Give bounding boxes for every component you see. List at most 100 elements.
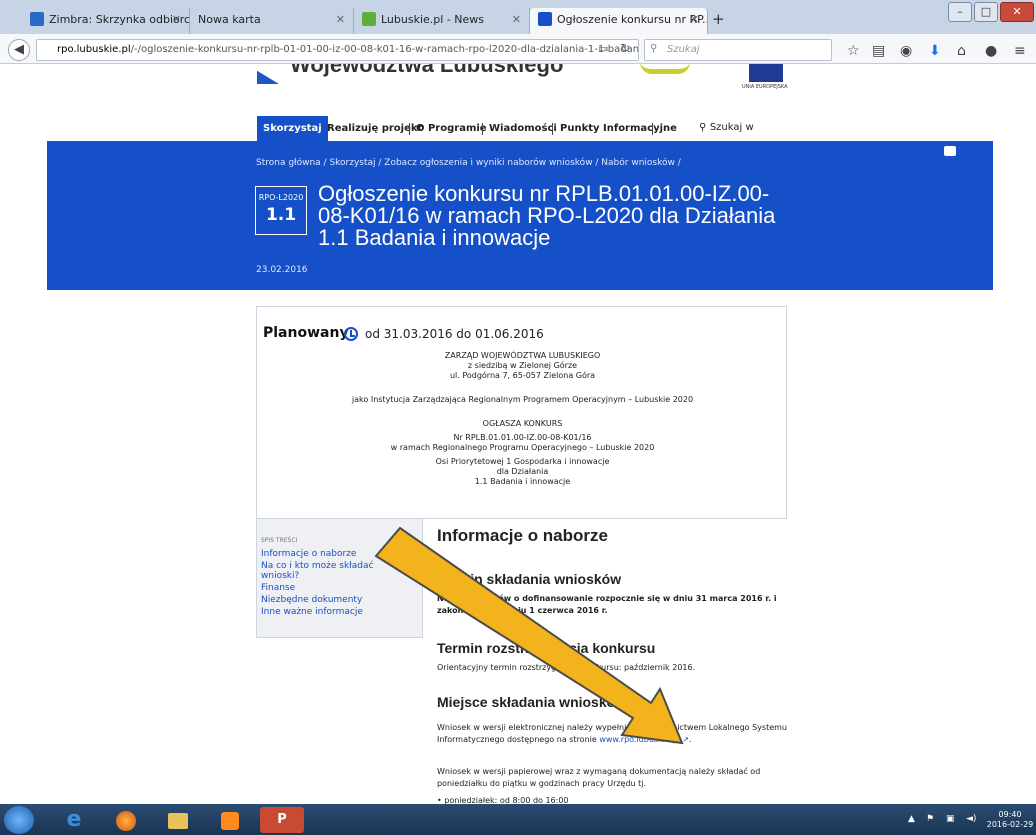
table-of-contents: SPIS TREŚCI Informacje o naborze Na co i…: [256, 518, 423, 638]
main-menu: Skorzystaj Realizuję projekt O Programie…: [257, 116, 797, 157]
list-item-text: poniedziałek: od 8:00 do 16:00: [444, 796, 569, 804]
page-banner: Strona główna / Skorzystaj / Zobacz ogło…: [47, 141, 993, 290]
announcement-line: ZARZĄD WOJEWÓDZTWA LUBUSKIEGO: [444, 351, 601, 360]
status-label: Planowany: [263, 325, 349, 341]
announcement-line: jako Instytucja Zarządzająca Regionalnym…: [351, 395, 694, 404]
announcement-line: ul. Podgórna 7, 65-057 Zielona Góra: [449, 371, 596, 380]
tab-label: Ogłoszenie konkursu nr RP...: [557, 13, 708, 26]
search-icon: ⚲: [650, 43, 658, 54]
bookmark-star-icon[interactable]: ☆: [847, 43, 860, 59]
new-tab-button[interactable]: +: [712, 10, 725, 28]
section-paragraph: Wniosek w wersji papierowej wraz z wymag…: [437, 767, 761, 788]
menu-icon[interactable]: ≡: [1014, 43, 1026, 59]
rpo-link[interactable]: www.rpo.lubuskie.pl: [599, 735, 679, 744]
clock-icon: [344, 327, 358, 341]
url-path: /-/ogloszenie-konkursu-nr-rplb-01-01-00-…: [130, 44, 639, 55]
tab-lubuskie[interactable]: Lubuskie.pl - News ✕: [354, 8, 530, 34]
zimbra-icon: [30, 12, 44, 26]
eu-caption: UNIA EUROPEJSKA: [742, 84, 788, 90]
section-heading: Termin składania wniosków: [437, 571, 622, 587]
search-input[interactable]: Szukaj: [644, 39, 832, 61]
external-link-icon: ↗: [679, 735, 689, 744]
toc-link-inne[interactable]: Inne ważne informacje: [261, 607, 391, 617]
media-player-icon[interactable]: [208, 807, 252, 833]
reader-view-icon[interactable]: ▭: [598, 42, 608, 55]
section-paragraph: Nabór wniosków o dofinansowanie rozpoczn…: [437, 594, 777, 615]
file-explorer-icon[interactable]: [156, 807, 200, 833]
section-heading: Miejsce składania wniosków: [437, 694, 627, 710]
powerpoint-icon[interactable]: P: [260, 807, 304, 833]
system-clock[interactable]: 09:40 2016-02-29: [985, 810, 1035, 830]
menu-o-programie[interactable]: O Programie: [416, 116, 487, 142]
announcement-line: Osi Priorytetowej 1 Gospodarka i innowac…: [435, 457, 610, 466]
close-icon[interactable]: ✕: [512, 8, 521, 32]
windows-start-icon[interactable]: [4, 806, 34, 834]
menu-divider: [652, 123, 653, 135]
menu-punkty-informacyjne[interactable]: Punkty Informacyjne: [560, 116, 677, 142]
toc-link-dokumenty[interactable]: Niezbędne dokumenty: [261, 595, 391, 605]
tab-label: Nowa karta: [198, 13, 261, 26]
volume-icon[interactable]: ◄): [966, 814, 976, 824]
toc-link-kto-moze[interactable]: Na co i kto może składać wnioski?: [261, 561, 391, 581]
site-logo[interactable]: [257, 70, 279, 84]
close-icon[interactable]: ✕: [336, 8, 345, 32]
close-icon[interactable]: ✕: [172, 8, 181, 32]
print-icon[interactable]: [944, 146, 956, 156]
page-content: Województwa Lubuskiego UNIA EUROPEJSKA S…: [0, 64, 1036, 804]
tray-expand-icon[interactable]: ▲: [908, 814, 915, 824]
announcement-line: z siedzibą w Zielonej Górze: [467, 361, 578, 370]
announcement-line: dla Działania: [496, 467, 549, 476]
window-close-icon[interactable]: ✕: [1000, 2, 1034, 22]
rpo-icon: [538, 12, 552, 26]
url-bar[interactable]: rpo.lubuskie.pl/-/ogloszenie-konkursu-nr…: [36, 39, 639, 61]
announcement-line: w ramach Regionalnego Programu Operacyjn…: [390, 443, 655, 452]
site-header-title: Województwa Lubuskiego: [290, 64, 564, 77]
internet-explorer-icon[interactable]: e: [52, 807, 96, 833]
tab-rpo-active[interactable]: Ogłoszenie konkursu nr RP... ✕: [530, 8, 708, 34]
reload-icon[interactable]: ↻: [620, 41, 630, 55]
publish-date: 23.02.2016: [256, 265, 308, 275]
close-icon[interactable]: ✕: [690, 8, 699, 32]
tab-label: Lubuskie.pl - News: [381, 13, 485, 26]
section-paragraph: Wniosek w wersji elektronicznej należy w…: [437, 723, 787, 744]
list-item: • poniedziałek: od 8:00 do 16:00: [437, 795, 789, 804]
toc-heading: SPIS TREŚCI: [261, 537, 298, 544]
clock-date: 2016-02-29: [986, 820, 1034, 829]
clock-time: 09:40: [998, 810, 1022, 819]
firefox-icon[interactable]: [104, 807, 148, 833]
bookmarks-list-icon[interactable]: ▤: [872, 43, 885, 59]
section-paragraph: Orientacyjny termin rozstrzygnięcia konk…: [437, 663, 696, 672]
search-placeholder: Szukaj: [667, 44, 700, 55]
partner-logo: [640, 64, 690, 74]
minimize-icon[interactable]: –: [948, 2, 972, 22]
search-icon: ⚲: [699, 122, 710, 133]
breadcrumb[interactable]: Strona główna / Skorzystaj / Zobacz ogło…: [256, 158, 681, 168]
tab-new[interactable]: Nowa karta ✕: [190, 8, 354, 34]
pocket-icon[interactable]: ◉: [900, 43, 912, 59]
announcement-line: OGŁASZA KONKURS: [482, 419, 563, 428]
windows-taskbar: e P ▲ ⚑ ▣ ◄) 09:40 2016-02-29: [0, 804, 1036, 835]
announcement-line: Nr RPLB.01.01.00-IZ.00-08-K01/16: [453, 433, 592, 442]
menu-divider: [552, 123, 553, 135]
network-icon[interactable]: ▣: [946, 814, 955, 824]
chat-icon[interactable]: ●: [985, 43, 997, 59]
browser-nav-bar: ◀ rpo.lubuskie.pl/-/ogloszenie-konkursu-…: [0, 34, 1036, 64]
menu-skorzystaj[interactable]: Skorzystaj: [257, 116, 328, 142]
toc-link-finanse[interactable]: Finanse: [261, 583, 391, 593]
back-arrow-icon[interactable]: ◀: [8, 39, 30, 61]
url-host: rpo.lubuskie.pl: [57, 44, 131, 55]
menu-wiadomosci[interactable]: Wiadomości: [489, 116, 557, 142]
tab-zimbra[interactable]: Zimbra: Skrzynka odbiorcza ✕: [22, 8, 190, 34]
section-heading: Termin rozstrzygnięcia konkursu: [437, 640, 656, 656]
home-icon[interactable]: ⌂: [957, 43, 966, 59]
announcement-box: Planowany od 31.03.2016 do 01.06.2016 ZA…: [256, 306, 787, 519]
announcement-line: 1.1 Badania i innowacje: [474, 477, 571, 486]
flag-icon[interactable]: ⚑: [926, 814, 934, 824]
date-range: od 31.03.2016 do 01.06.2016: [365, 327, 544, 341]
action-badge: RPO-L2020 1.1: [255, 186, 307, 235]
maximize-icon[interactable]: □: [974, 2, 998, 22]
toc-link-informacje[interactable]: Informacje o naborze: [261, 549, 391, 559]
badge-program: RPO-L2020: [258, 193, 304, 202]
download-icon[interactable]: ⬇: [929, 43, 941, 59]
menu-divider: [482, 123, 483, 135]
